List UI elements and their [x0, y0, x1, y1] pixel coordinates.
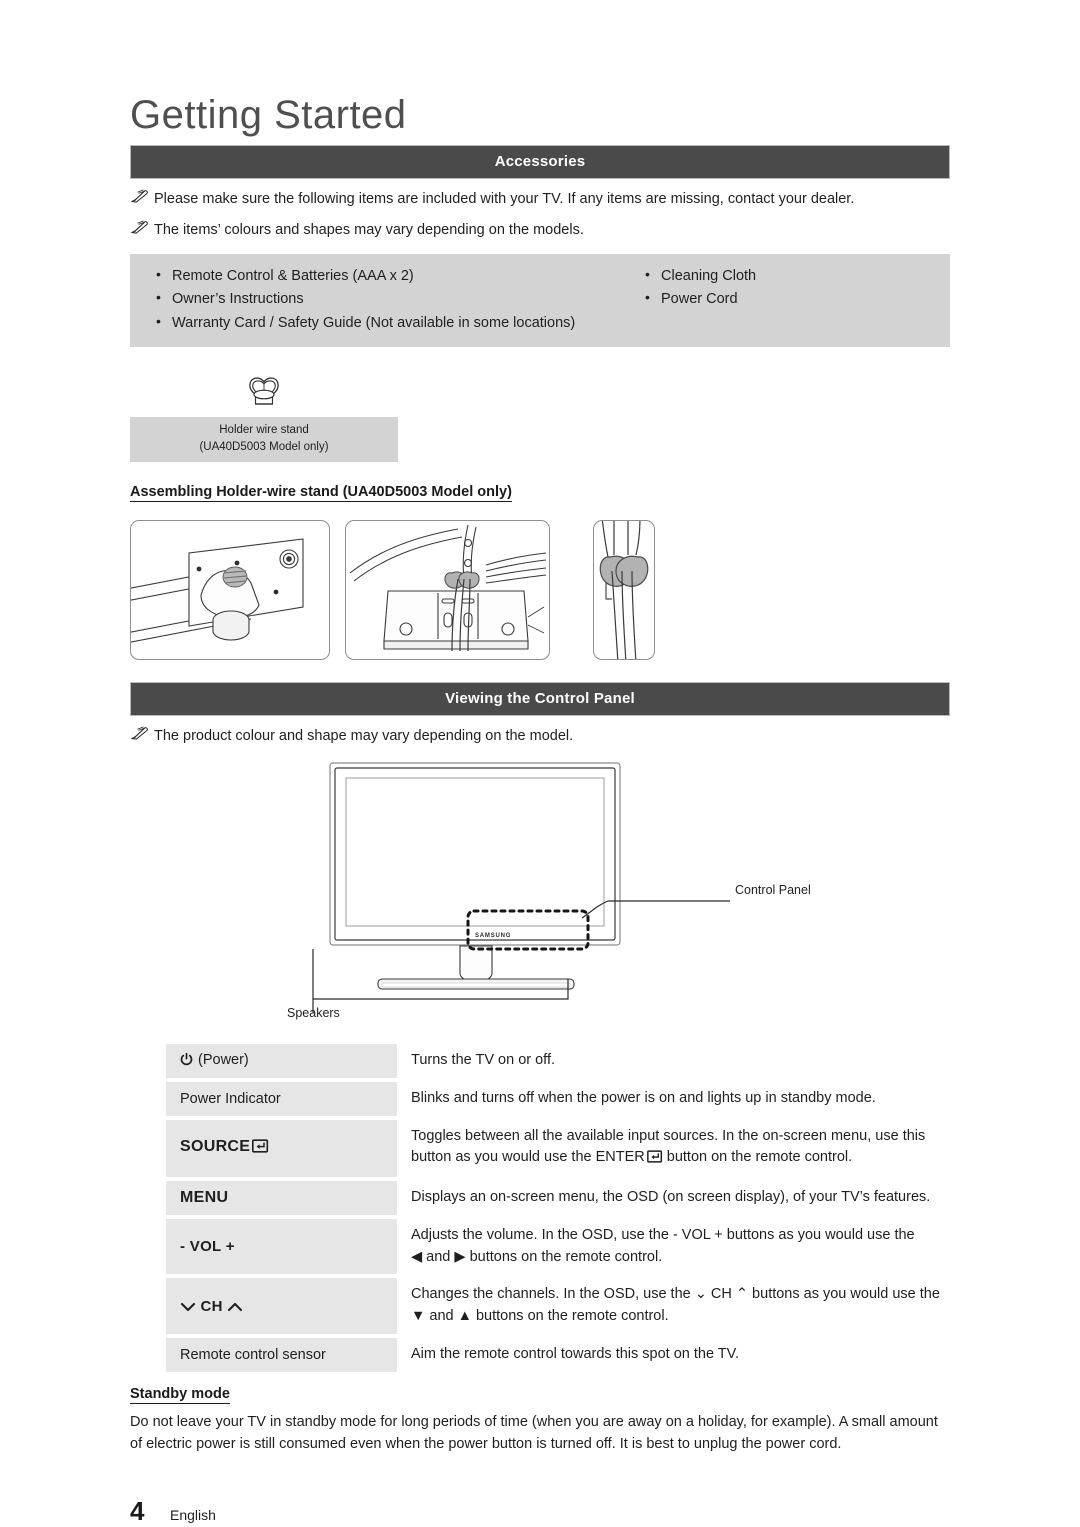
- chevron-down-icon: [180, 1298, 200, 1315]
- label-control-panel: Control Panel: [735, 883, 811, 898]
- note-accessories-1: Please make sure the following items are…: [130, 188, 950, 210]
- holder-wire-stand-icon: [130, 365, 398, 417]
- list-item: Warranty Card / Safety Guide (Not availa…: [156, 311, 635, 334]
- row-desc-line: Displays an on-screen menu, the OSD (on …: [411, 1189, 931, 1206]
- list-item: Owner’s Instructions: [156, 287, 635, 310]
- assembling-subheading: Assembling Holder-wire stand (UA40D5003 …: [130, 483, 512, 502]
- table-row: CH Changes the channels. In the OSD, use…: [130, 1278, 950, 1334]
- row-name-power-indicator: Power Indicator: [166, 1081, 397, 1116]
- accessories-column-left: Remote Control & Batteries (AAA x 2) Own…: [130, 264, 635, 335]
- page-language: English: [170, 1506, 216, 1523]
- row-desc-line: ◀ and ▶ buttons on the remote control.: [411, 1248, 663, 1265]
- holder-wire-stand-card: Holder wire stand (UA40D5003 Model only): [130, 365, 950, 462]
- row-swatch: [130, 1219, 166, 1275]
- label-speakers: Speakers: [287, 1006, 340, 1021]
- row-name-remote-sensor: Remote control sensor: [166, 1337, 397, 1372]
- row-desc-line: Aim the remote control towards this spot…: [411, 1345, 740, 1362]
- table-row: MENU Displays an on-screen menu, the OSD…: [130, 1181, 950, 1215]
- pencil-note-icon: [130, 220, 152, 235]
- row-swatch: [130, 1181, 166, 1215]
- row-desc-line: Turns the TV on or off.: [411, 1052, 556, 1069]
- row-desc: Turns the TV on or off.: [397, 1044, 950, 1078]
- row-name-source: SOURCE: [166, 1119, 397, 1178]
- list-item: Power Cord: [645, 287, 950, 310]
- section-bar-accessories: Accessories: [130, 145, 950, 179]
- note-accessories-2: The items’ colours and shapes may vary d…: [130, 219, 950, 241]
- pencil-note-icon: [130, 189, 152, 203]
- row-desc-line: Blinks and turns off when the power is o…: [411, 1089, 876, 1106]
- row-desc: Adjusts the volume. In the OSD, use the …: [397, 1219, 950, 1275]
- section-bar-control-panel: Viewing the Control Panel: [130, 681, 950, 716]
- row-desc-line: Toggles between all the available input …: [411, 1127, 926, 1144]
- page-footer: 4 English: [130, 1496, 950, 1527]
- row-desc-line: button as you would use the ENTER: [411, 1149, 645, 1166]
- row-desc: Displays an on-screen menu, the OSD (on …: [397, 1181, 950, 1215]
- row-desc: Blinks and turns off when the power is o…: [397, 1082, 950, 1116]
- page-number: 4: [130, 1495, 145, 1526]
- holder-wire-stand-caption: Holder wire stand (UA40D5003 Model only): [130, 417, 398, 462]
- assembly-figures: [130, 519, 950, 660]
- row-desc-line: button on the remote control.: [662, 1149, 853, 1166]
- row-name-channel: CH: [166, 1278, 397, 1334]
- tv-diagram: SAMSUNG Control Panel Speakers: [130, 751, 950, 1036]
- row-name-menu: MENU: [166, 1181, 397, 1215]
- row-swatch: [130, 1044, 166, 1078]
- row-name-power: (Power): [166, 1044, 397, 1078]
- page-title: Getting Started: [130, 93, 407, 137]
- standby-mode-body: Do not leave your TV in standby mode for…: [130, 1413, 938, 1453]
- note-text: The items’ colours and shapes may vary d…: [154, 222, 584, 239]
- table-row: Power Indicator Blinks and turns off whe…: [130, 1081, 950, 1116]
- chevron-up-icon: [227, 1298, 243, 1315]
- row-swatch: [130, 1082, 166, 1116]
- row-desc-line: Adjusts the volume. In the OSD, use the …: [411, 1226, 915, 1243]
- row-swatch: [130, 1278, 166, 1334]
- row-name-volume: - VOL +: [166, 1218, 397, 1275]
- row-desc: Changes the channels. In the OSD, use th…: [397, 1278, 950, 1334]
- assembly-figure-screw: [130, 519, 330, 660]
- row-name-text: CH: [200, 1297, 223, 1315]
- note-control-panel: The product colour and shape may vary de…: [130, 725, 950, 747]
- power-icon: [180, 1052, 193, 1070]
- manual-page: Getting Started Accessories Please make …: [130, 0, 950, 1527]
- table-row: (Power) Turns the TV on or off.: [130, 1044, 950, 1078]
- standby-mode-heading: Standby mode: [130, 1385, 230, 1404]
- row-desc: Aim the remote control towards this spot…: [397, 1338, 950, 1372]
- list-item: Remote Control & Batteries (AAA x 2): [156, 264, 635, 287]
- row-desc-line: Changes the channels. In the OSD, use th…: [411, 1286, 940, 1303]
- note-text: The product colour and shape may vary de…: [154, 727, 574, 744]
- row-desc: Toggles between all the available input …: [397, 1120, 950, 1178]
- row-name-text: SOURCE: [180, 1138, 251, 1156]
- accessories-list-box: Remote Control & Batteries (AAA x 2) Own…: [130, 253, 950, 348]
- holder-caption-line-2: (UA40D5003 Model only): [199, 441, 329, 454]
- table-row: SOURCE Toggles between all the available…: [130, 1119, 950, 1178]
- assembly-figure-clip-detail: [593, 519, 655, 660]
- accessories-column-right: Cleaning Cloth Power Cord: [635, 264, 950, 335]
- enter-icon: [252, 1139, 269, 1158]
- list-item: Cleaning Cloth: [645, 264, 950, 287]
- tv-brand-label: SAMSUNG: [475, 933, 511, 939]
- standby-mode-block: Standby mode Do not leave your TV in sta…: [130, 1372, 950, 1456]
- table-row: Remote control sensor Aim the remote con…: [130, 1337, 950, 1372]
- enter-icon: [646, 1149, 663, 1171]
- control-panel-table: (Power) Turns the TV on or off. Power In…: [130, 1044, 950, 1372]
- table-row: - VOL + Adjusts the volume. In the OSD, …: [130, 1218, 950, 1275]
- note-text: Please make sure the following items are…: [154, 191, 855, 207]
- pencil-note-icon: [130, 726, 152, 740]
- row-desc-line: ▼ and ▲ buttons on the remote control.: [411, 1308, 669, 1325]
- assembly-figure-cable-routing: [345, 519, 550, 660]
- holder-caption-line-1: Holder wire stand: [219, 424, 309, 437]
- row-swatch: [130, 1120, 166, 1178]
- row-swatch: [130, 1338, 166, 1372]
- row-name-text: (Power): [198, 1052, 249, 1069]
